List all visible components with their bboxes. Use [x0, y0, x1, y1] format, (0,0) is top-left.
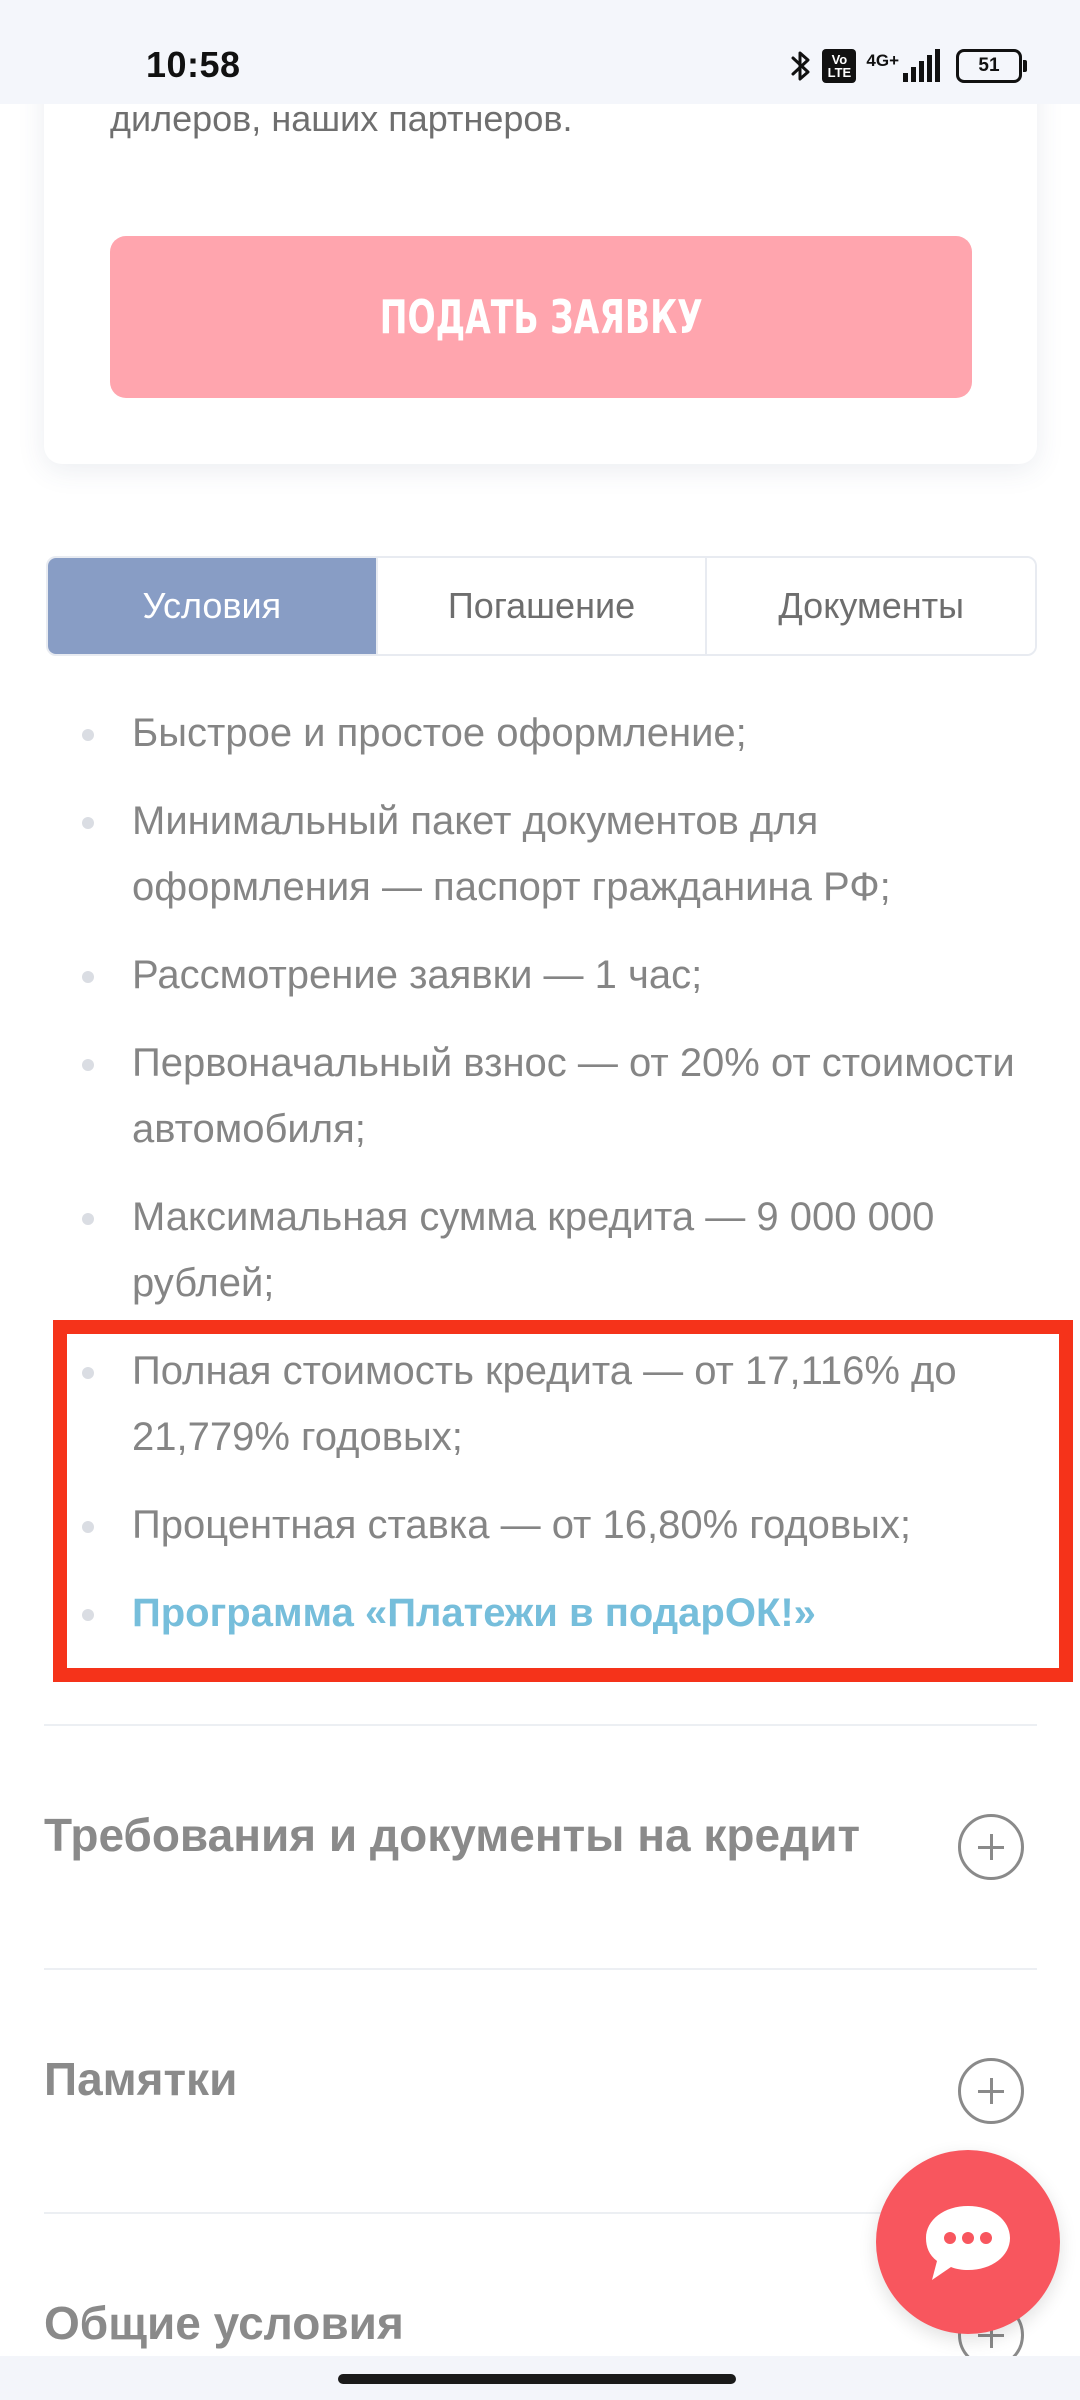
list-item: Программа «Платежи в подарОК!» — [82, 1580, 1052, 1646]
accordion-title-general[interactable]: Общие условия — [44, 2296, 404, 2350]
signal-icon: 4G+ — [866, 49, 940, 82]
tab-documents[interactable]: Документы — [707, 558, 1035, 654]
list-item: Процентная ставка — от 16,80% годовых; — [82, 1492, 1052, 1558]
accordion-title-memos[interactable]: Памятки — [44, 2052, 237, 2106]
list-item: Минимальный пакет документов для оформле… — [82, 788, 1052, 920]
status-icons: Vo LTE 4G+ 51 — [790, 44, 1027, 88]
accordion-title-requirements[interactable]: Требования и документы на кредит — [44, 1808, 860, 1862]
network-type: 4G+ — [866, 51, 899, 70]
apply-button[interactable]: ПОДАТЬ ЗАЯВКУ — [110, 236, 972, 398]
apply-button-label: ПОДАТЬ ЗАЯВКУ — [379, 290, 703, 344]
status-time: 10:58 — [146, 44, 241, 85]
list-item: Рассмотрение заявки — 1 час; — [82, 942, 1052, 1008]
tabs: Условия Погашение Документы — [46, 556, 1037, 656]
battery-level: 51 — [978, 55, 1000, 76]
chat-button[interactable] — [876, 2150, 1060, 2334]
card-partial-text: дилеров, наших партнеров. — [110, 98, 573, 139]
battery-icon: 51 — [956, 49, 1027, 83]
navigation-bar — [0, 2356, 1080, 2400]
divider — [44, 1968, 1037, 1970]
signal-bars — [903, 49, 940, 82]
list-item: Быстрое и простое оформление; — [82, 700, 1052, 766]
list-item: Первоначальный взнос — от 20% от стоимос… — [82, 1030, 1052, 1162]
divider — [44, 1724, 1037, 1726]
home-indicator[interactable] — [338, 2374, 736, 2384]
list-item: Максимальная сумма кредита — 9 000 000 р… — [82, 1184, 1052, 1316]
bluetooth-icon — [790, 48, 812, 84]
plus-circle-icon[interactable] — [958, 2058, 1024, 2124]
volte-icon: Vo LTE — [822, 49, 857, 83]
tab-conditions[interactable]: Условия — [48, 558, 378, 654]
chat-bubble-icon — [926, 2206, 1010, 2280]
tab-repayment[interactable]: Погашение — [377, 558, 708, 654]
program-link[interactable]: Программа «Платежи в подарОК!» — [132, 1591, 816, 1635]
status-bar: 10:58 Vo LTE 4G+ 51 — [0, 0, 1080, 104]
plus-circle-icon[interactable] — [958, 1814, 1024, 1880]
list-item: Полная стоимость кредита — от 17,116% до… — [82, 1338, 1052, 1470]
